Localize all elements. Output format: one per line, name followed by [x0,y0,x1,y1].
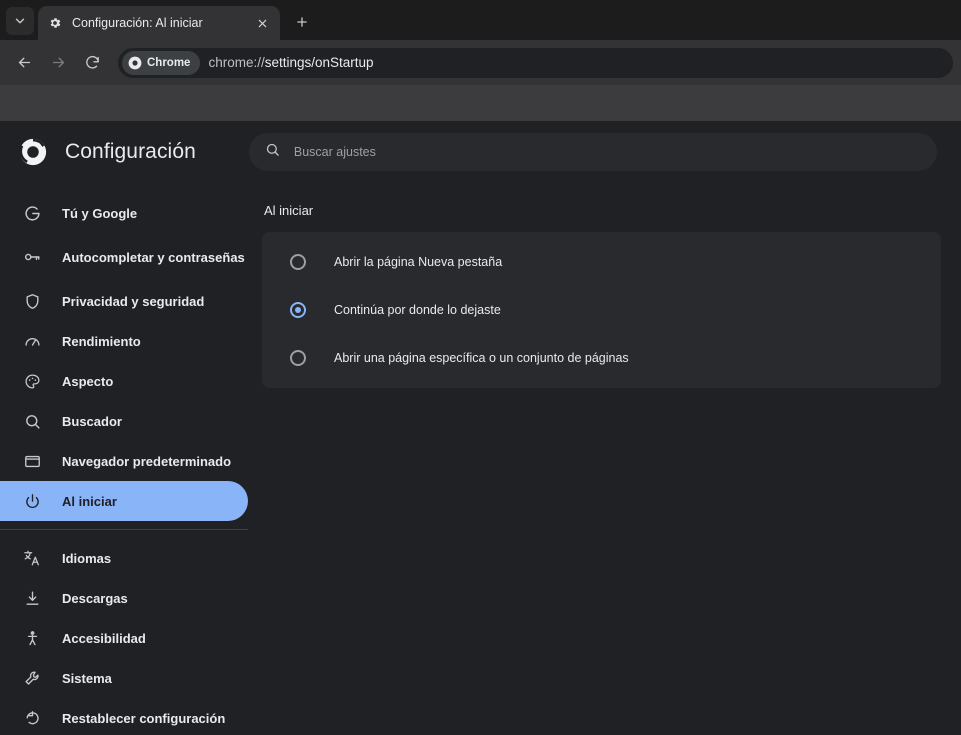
sidebar-item-label: Rendimiento [62,333,141,349]
page-title: Configuración [65,140,196,163]
wrench-icon [22,668,42,688]
sidebar-item-label: Al iniciar [62,493,117,509]
sidebar-item-reset-settings[interactable]: Restablecer configuración [0,698,248,735]
shield-icon [22,291,42,311]
sidebar-item-autofill-passwords[interactable]: Autocompletar y contraseñas [0,233,248,281]
sidebar-item-performance[interactable]: Rendimiento [0,321,248,361]
startup-option-specific-pages[interactable]: Abrir una página específica o un conjunt… [262,334,941,382]
accessibility-icon [22,628,42,648]
google-g-icon [22,203,42,223]
sidebar-item-default-browser[interactable]: Navegador predeterminado [0,441,248,481]
startup-option-new-tab[interactable]: Abrir la página Nueva pestaña [262,238,941,286]
radio-label: Abrir una página específica o un conjunt… [334,351,629,365]
sidebar-item-languages[interactable]: Idiomas [0,538,248,578]
startup-option-continue[interactable]: Continúa por donde lo dejaste [262,286,941,334]
sidebar-item-label: Sistema [62,670,112,686]
back-button[interactable] [8,47,40,79]
sidebar-item-appearance[interactable]: Aspecto [0,361,248,401]
sidebar-item-label: Accesibilidad [62,630,146,646]
sidebar-item-you-and-google[interactable]: Tú y Google [0,193,248,233]
sidebar-divider [0,529,248,530]
search-input[interactable]: Buscar ajustes [248,133,937,171]
omnibox-chrome-chip: Chrome [122,50,201,75]
sidebar-item-label: Tú y Google [62,205,138,221]
sidebar-item-label: Autocompletar y contraseñas [62,249,245,265]
url-scheme: chrome:// [208,55,265,70]
sidebar-item-search-engine[interactable]: Buscador [0,401,248,441]
radio-button[interactable] [290,254,306,270]
sidebar-item-system[interactable]: Sistema [0,658,248,698]
search-icon [22,411,42,431]
reload-button[interactable] [76,47,108,79]
sidebar-item-privacy-security[interactable]: Privacidad y seguridad [0,281,248,321]
section-title: Al iniciar [264,203,314,218]
chrome-chip-label: Chrome [147,56,191,69]
url-path: settings/onStartup [264,55,374,70]
settings-sidebar: Tú y Google Autocompletar y contraseñas … [0,183,262,735]
settings-body: Tú y Google Autocompletar y contraseñas … [0,183,961,735]
download-icon [22,588,42,608]
new-tab-button[interactable] [288,8,316,36]
forward-button[interactable] [42,47,74,79]
sidebar-item-label: Privacidad y seguridad [62,293,205,309]
radio-button[interactable] [290,350,306,366]
key-icon [22,247,42,267]
sidebar-item-downloads[interactable]: Descargas [0,578,248,618]
radio-button-selected[interactable] [290,302,306,318]
sidebar-item-accessibility[interactable]: Accesibilidad [0,618,248,658]
translate-icon [22,548,42,568]
settings-header: Configuración Buscar ajustes [0,121,961,183]
sidebar-item-label: Descargas [62,590,128,606]
address-bar-url: chrome://settings/onStartup [208,55,373,70]
speedometer-icon [22,331,42,351]
radio-label: Abrir la página Nueva pestaña [334,255,503,269]
tab-strip: Configuración: Al iniciar [0,0,961,40]
chrome-logo-icon [18,137,48,167]
sidebar-item-label: Restablecer configuración [62,710,226,726]
gear-icon [47,15,63,31]
startup-options-card: Abrir la página Nueva pestaña Continúa p… [262,232,941,388]
power-icon [22,491,42,511]
browser-window-icon [22,451,42,471]
sidebar-item-label: Idiomas [62,550,112,566]
radio-label: Continúa por donde lo dejaste [334,303,501,317]
search-placeholder: Buscar ajustes [293,145,376,159]
palette-icon [22,371,42,391]
sidebar-item-label: Buscador [62,413,122,429]
tab-title: Configuración: Al iniciar [72,16,203,30]
sidebar-item-label: Navegador predeterminado [62,453,232,469]
search-icon [265,142,280,162]
chrome-logo-icon [128,56,142,69]
sidebar-item-on-startup[interactable]: Al iniciar [0,481,248,521]
browser-tab[interactable]: Configuración: Al iniciar [38,6,280,40]
settings-main: Al iniciar Abrir la página Nueva pestaña… [262,183,961,735]
settings-page: Configuración Buscar ajustes Tú y Google [0,121,961,735]
tab-search-icon[interactable] [6,7,34,35]
bookmarks-bar [0,85,961,121]
browser-toolbar: Chrome chrome://settings/onStartup [0,40,961,85]
sidebar-item-label: Aspecto [62,373,114,389]
address-bar[interactable]: Chrome chrome://settings/onStartup [118,47,953,78]
restore-icon [22,708,42,728]
close-icon[interactable] [253,14,271,32]
